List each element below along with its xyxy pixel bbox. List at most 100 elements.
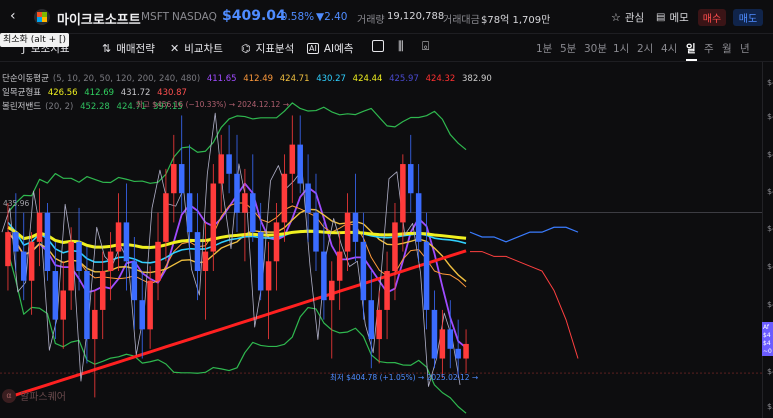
strategy-icon: ⇅ bbox=[102, 41, 112, 55]
candle-style-icon[interactable]: ⫼ bbox=[398, 39, 404, 54]
scale-tick: $4 bbox=[767, 112, 773, 121]
candle-body bbox=[123, 222, 130, 262]
price-tag-text: Af $4 $4 ~0 bbox=[763, 324, 772, 355]
sma-value-480: 382.90 bbox=[462, 74, 492, 84]
candle-body bbox=[415, 193, 422, 242]
candle-body bbox=[400, 164, 406, 223]
sell-button[interactable]: 매도 bbox=[733, 9, 763, 26]
analysis-icon: ⌬ bbox=[241, 41, 251, 55]
candle-body bbox=[360, 241, 367, 301]
period-day[interactable]: 일 bbox=[686, 41, 696, 56]
square-tool-icon[interactable] bbox=[372, 40, 384, 52]
watermark: α 알파스퀘어 bbox=[2, 388, 66, 403]
candle-body bbox=[423, 241, 430, 310]
candle-body bbox=[171, 164, 177, 194]
period-year[interactable]: 년 bbox=[740, 41, 750, 56]
sma-value-50: 430.27 bbox=[316, 74, 346, 84]
candle-body bbox=[44, 212, 51, 272]
candle-body bbox=[313, 212, 319, 252]
candle-body bbox=[250, 193, 256, 233]
candle-body bbox=[336, 251, 343, 281]
candle-body bbox=[463, 343, 469, 359]
change-percent: -0.58% bbox=[277, 11, 315, 23]
candle-body bbox=[455, 348, 461, 359]
buy-button[interactable]: 매수 bbox=[698, 9, 726, 26]
ichimoku-span-a bbox=[469, 226, 579, 243]
candle-body bbox=[139, 300, 145, 330]
toolbar-analysis[interactable]: ⌬ 지표분석 bbox=[241, 40, 294, 56]
back-chevron-icon[interactable]: ‹ bbox=[10, 8, 16, 24]
sma-value-10: 412.49 bbox=[243, 74, 274, 84]
sma-value-200: 425.97 bbox=[389, 74, 419, 84]
sma-label: 단순이동평균 bbox=[2, 74, 49, 84]
volume-label: 거래량 bbox=[357, 15, 385, 26]
candle-body bbox=[447, 329, 454, 349]
price-scale[interactable]: $4 $4 $4 $4 $4 $4 $4 $4 $3 bbox=[762, 62, 773, 418]
favorite-label: 관심 bbox=[624, 11, 645, 24]
period-2h[interactable]: 2시 bbox=[637, 41, 653, 56]
candle-body bbox=[99, 271, 106, 310]
stock-header: ‹ 마이크로소프트 MSFT NASDAQ $409.04 -0.58% ▼2.… bbox=[0, 0, 773, 34]
toolbar-strategy-label: 매매전략 bbox=[116, 42, 155, 55]
price-chart[interactable] bbox=[0, 62, 773, 418]
candle-body bbox=[60, 290, 67, 320]
period-4h[interactable]: 4시 bbox=[661, 41, 677, 56]
candle-body bbox=[28, 241, 35, 281]
candle-body bbox=[431, 309, 438, 359]
bollinger-label: 볼린저밴드 bbox=[2, 102, 42, 112]
candle-body bbox=[242, 193, 248, 213]
candle-body bbox=[186, 193, 193, 233]
candle-body bbox=[281, 173, 288, 223]
memo-button[interactable]: ▤ 메모 bbox=[656, 8, 689, 26]
candle-body bbox=[289, 144, 296, 174]
stock-ticker: MSFT bbox=[141, 11, 169, 23]
period-30min[interactable]: 30분 bbox=[584, 41, 607, 56]
sma-legend[interactable]: 단순이동평균 (5, 10, 20, 50, 120, 200, 240, 480… bbox=[2, 72, 496, 84]
period-5min[interactable]: 5분 bbox=[560, 41, 576, 56]
ichimoku-legend[interactable]: 일목균형표 426.56 412.69 431.72 430.87 bbox=[2, 86, 191, 98]
star-icon: ☆ bbox=[611, 10, 621, 24]
change-amount: ▼2.40 bbox=[316, 11, 348, 23]
sma-value-240: 424.32 bbox=[425, 74, 456, 84]
candle-body bbox=[147, 280, 153, 330]
minimize-tooltip: 최소화 (alt + [) bbox=[0, 33, 70, 47]
candle-body bbox=[84, 271, 90, 340]
period-week[interactable]: 주 bbox=[704, 41, 714, 56]
active-period-underline bbox=[686, 59, 697, 61]
candle-body bbox=[439, 329, 446, 359]
candle-body bbox=[202, 251, 209, 272]
sma-params: (5, 10, 20, 50, 120, 200, 240, 480) bbox=[52, 74, 201, 84]
candle-body bbox=[5, 232, 11, 267]
compare-icon: ✕ bbox=[170, 41, 180, 55]
candle-body bbox=[13, 232, 19, 252]
period-month[interactable]: 월 bbox=[722, 41, 732, 56]
toolbar-compare[interactable]: ✕ 비교차트 bbox=[170, 40, 223, 56]
ichimoku-label: 일목균형표 bbox=[2, 88, 42, 98]
period-1min[interactable]: 1분 bbox=[536, 41, 552, 56]
candle-body bbox=[257, 232, 264, 291]
camera-icon[interactable]: ⌻ bbox=[422, 39, 429, 54]
toolbar-compare-label: 비교차트 bbox=[184, 42, 223, 55]
toolbar-strategy[interactable]: ⇅ 매매전략 bbox=[102, 40, 155, 56]
candle-body bbox=[218, 154, 224, 184]
toolbar-ai-predict[interactable]: AI AI예측 bbox=[307, 40, 353, 56]
favorite-button[interactable]: ☆ 관심 bbox=[611, 8, 644, 26]
current-price-tag: Af $4 $4 ~0 bbox=[762, 322, 773, 356]
toolbar-analysis-label: 지표분석 bbox=[255, 42, 295, 55]
memo-icon: ▤ bbox=[656, 11, 666, 23]
candle-body bbox=[131, 261, 138, 301]
candle-body bbox=[407, 164, 414, 194]
candle-body bbox=[376, 309, 382, 340]
scale-tick: $3 bbox=[767, 402, 773, 411]
candle-body bbox=[321, 251, 327, 301]
toolbar-ai-label: AI예측 bbox=[323, 42, 354, 55]
candle-body bbox=[76, 241, 82, 272]
period-1h[interactable]: 1시 bbox=[613, 41, 629, 56]
candle-body bbox=[68, 241, 74, 291]
alphasquare-logo-icon: α bbox=[2, 388, 16, 403]
memo-label: 메모 bbox=[669, 11, 689, 24]
candle-body bbox=[273, 222, 280, 262]
candle-body bbox=[178, 164, 185, 194]
candle-body bbox=[92, 309, 98, 340]
stock-exchange: NASDAQ bbox=[172, 11, 217, 23]
